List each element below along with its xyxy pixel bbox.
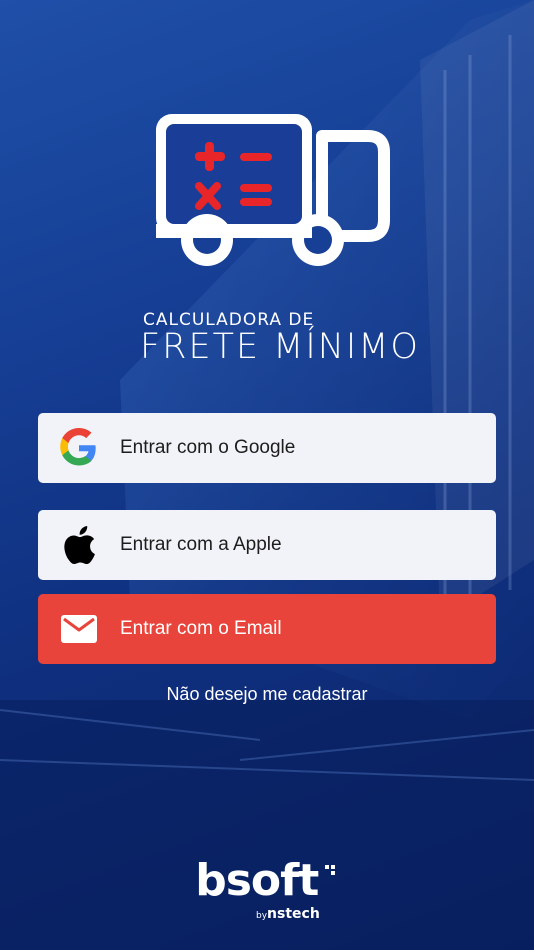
- google-icon: [38, 413, 120, 483]
- google-signin-button[interactable]: Entrar com o Google: [38, 413, 496, 483]
- calculator-truck-icon: [156, 114, 390, 266]
- logo-title: FRETE MÍNIMO: [140, 327, 420, 367]
- email-signin-label: Entrar com o Email: [120, 618, 282, 639]
- google-signin-label: Entrar com o Google: [120, 437, 296, 458]
- apple-signin-button[interactable]: Entrar com a Apple: [38, 510, 496, 580]
- brand-byline: bynstech: [256, 906, 320, 922]
- mail-icon: [38, 594, 120, 664]
- brand-company: nstech: [267, 906, 320, 922]
- apple-signin-label: Entrar com a Apple: [120, 534, 282, 555]
- brand-by: by: [256, 911, 268, 921]
- email-signin-button[interactable]: Entrar com o Email: [38, 594, 496, 664]
- skip-registration-link[interactable]: Não desejo me cadastrar: [0, 684, 534, 705]
- brand-dots-icon: [324, 865, 335, 875]
- brand-name: bsoft: [195, 855, 319, 906]
- apple-icon: [38, 510, 120, 580]
- brand-logo: bsoft: [0, 855, 534, 906]
